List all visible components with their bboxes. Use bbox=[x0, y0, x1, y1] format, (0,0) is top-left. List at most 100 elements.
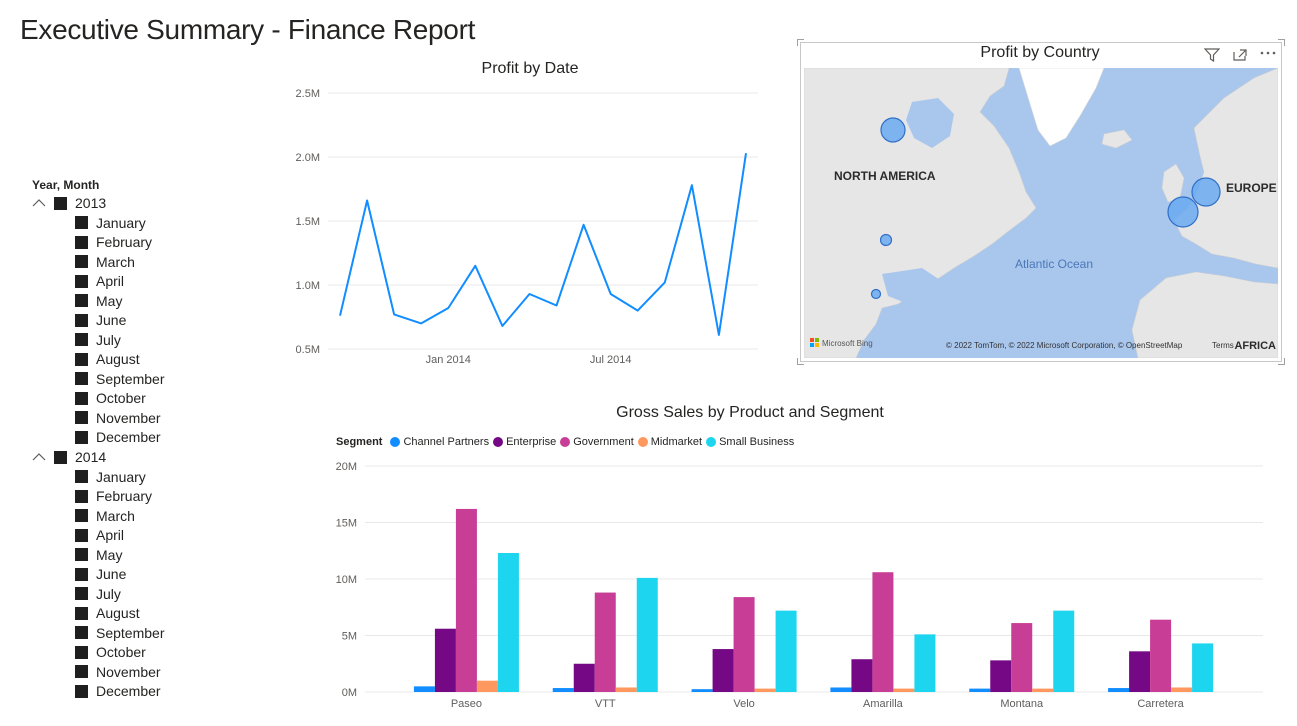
slicer-month-item[interactable]: February bbox=[32, 487, 232, 507]
slicer-month-item[interactable]: October bbox=[32, 643, 232, 663]
slicer-checkbox[interactable] bbox=[75, 216, 88, 230]
slicer-month-item[interactable]: May bbox=[32, 545, 232, 565]
legend-item[interactable]: Enterprise bbox=[493, 436, 556, 448]
slicer-month-item[interactable]: July bbox=[32, 584, 232, 604]
slicer-month-item[interactable]: March bbox=[32, 252, 232, 272]
resize-handle[interactable] bbox=[1278, 358, 1285, 365]
slicer-checkbox[interactable] bbox=[75, 528, 88, 542]
slicer-month-label: July bbox=[96, 331, 121, 348]
slicer-checkbox[interactable] bbox=[54, 450, 67, 464]
x-tick-label: Montana bbox=[1000, 698, 1044, 710]
resize-handle[interactable] bbox=[797, 358, 804, 365]
slicer-checkbox[interactable] bbox=[75, 313, 88, 327]
legend-dot bbox=[493, 437, 504, 447]
slicer-month-item[interactable]: August bbox=[32, 350, 232, 370]
slicer-month-item[interactable]: March bbox=[32, 506, 232, 526]
slicer-month-item[interactable]: November bbox=[32, 408, 232, 428]
slicer-month-item[interactable]: August bbox=[32, 604, 232, 624]
resize-handle[interactable] bbox=[1278, 39, 1285, 46]
slicer-checkbox[interactable] bbox=[75, 567, 88, 581]
slicer-checkbox[interactable] bbox=[75, 606, 88, 620]
slicer-checkbox[interactable] bbox=[75, 333, 88, 347]
y-tick-label: 0M bbox=[342, 687, 357, 699]
slicer-month-label: August bbox=[96, 351, 140, 368]
slicer-checkbox[interactable] bbox=[75, 587, 88, 601]
slicer-month-item[interactable]: January bbox=[32, 213, 232, 233]
filter-icon[interactable] bbox=[1204, 48, 1220, 62]
map-canvas[interactable]: NORTH AMERICA EUROPE Atlantic Ocean AFRI… bbox=[804, 68, 1278, 358]
slicer-month-item[interactable]: June bbox=[32, 565, 232, 585]
slicer-month-item[interactable]: January bbox=[32, 467, 232, 487]
bubble-canada bbox=[880, 117, 906, 143]
bar-chart-legend: Segment Channel Partners Enterprise Govern… bbox=[336, 436, 798, 448]
slicer-month-item[interactable]: June bbox=[32, 311, 232, 331]
slicer-month-item[interactable]: May bbox=[32, 291, 232, 311]
terms-link: Terms bbox=[1212, 341, 1234, 350]
slicer-checkbox[interactable] bbox=[75, 626, 88, 640]
slicer-year-label: 2014 bbox=[75, 449, 107, 465]
y-tick-label: 1.5M bbox=[296, 216, 320, 228]
slicer-month-item[interactable]: July bbox=[32, 330, 232, 350]
more-options-icon[interactable] bbox=[1260, 50, 1276, 56]
line-point bbox=[527, 291, 532, 296]
resize-handle[interactable] bbox=[797, 39, 804, 46]
bar-enterprise bbox=[712, 649, 734, 692]
line-point bbox=[365, 198, 370, 203]
profit-by-date-chart[interactable]: 0.5M 1.0M 1.5M 2.0M 2.5M Jan 2014 Jul 2014 bbox=[280, 80, 770, 380]
chevron-up-icon[interactable] bbox=[32, 198, 46, 208]
slicer-month-item[interactable]: December bbox=[32, 428, 232, 448]
slicer-checkbox[interactable] bbox=[54, 196, 67, 210]
legend-item[interactable]: Channel Partners bbox=[390, 436, 489, 448]
y-tick-label: 0.5M bbox=[296, 344, 320, 356]
slicer-checkbox[interactable] bbox=[75, 294, 88, 308]
slicer-checkbox[interactable] bbox=[75, 470, 88, 484]
map-attribution: © 2022 TomTom, © 2022 Microsoft Corporat… bbox=[946, 341, 1183, 350]
slicer-checkbox[interactable] bbox=[75, 489, 88, 503]
slicer-checkbox[interactable] bbox=[75, 391, 88, 405]
slicer-checkbox[interactable] bbox=[75, 684, 88, 698]
slicer-checkbox[interactable] bbox=[75, 352, 88, 366]
bar-government bbox=[1150, 619, 1172, 692]
bar-channel-partners bbox=[969, 688, 991, 692]
bubble-usa bbox=[879, 233, 893, 247]
slicer-checkbox[interactable] bbox=[75, 235, 88, 249]
slicer-month-item[interactable]: February bbox=[32, 233, 232, 253]
slicer-checkbox[interactable] bbox=[75, 372, 88, 386]
slicer-year-2014[interactable]: 2014 bbox=[32, 447, 232, 467]
bar-channel-partners bbox=[552, 688, 574, 692]
slicer-checkbox[interactable] bbox=[75, 645, 88, 659]
slicer-checkbox[interactable] bbox=[75, 411, 88, 425]
legend-item[interactable]: Midmarket bbox=[637, 436, 702, 448]
slicer-checkbox[interactable] bbox=[75, 509, 88, 523]
slicer-checkbox[interactable] bbox=[75, 255, 88, 269]
slicer-month-label: April bbox=[96, 527, 125, 544]
slicer-checkbox[interactable] bbox=[75, 430, 88, 444]
slicer-checkbox[interactable] bbox=[75, 665, 88, 679]
legend-item[interactable]: Small Business bbox=[706, 436, 794, 448]
line-point bbox=[635, 308, 640, 313]
bar-enterprise bbox=[1129, 651, 1151, 692]
slicer-month-item[interactable]: September bbox=[32, 623, 232, 643]
profit-line bbox=[339, 153, 747, 336]
slicer-checkbox[interactable] bbox=[75, 548, 88, 562]
bubble-mexico bbox=[870, 288, 882, 300]
slicer-checkbox[interactable] bbox=[75, 274, 88, 288]
legend-dot bbox=[637, 437, 648, 447]
slicer-year-2013[interactable]: 2013 bbox=[32, 193, 232, 213]
year-month-slicer: Year, Month 2013 January February March Apri… bbox=[32, 178, 232, 701]
slicer-month-item[interactable]: November bbox=[32, 662, 232, 682]
legend-dot bbox=[560, 437, 571, 447]
slicer-month-item[interactable]: December bbox=[32, 682, 232, 702]
focus-mode-icon[interactable] bbox=[1232, 48, 1248, 62]
slicer-month-item[interactable]: October bbox=[32, 389, 232, 409]
slicer-month-item[interactable]: September bbox=[32, 369, 232, 389]
slicer-month-item[interactable]: April bbox=[32, 526, 232, 546]
profit-by-country-map[interactable]: Profit by Country NORTH AMERICA EUROPE A… bbox=[797, 39, 1285, 365]
legend-label: Small Business bbox=[719, 436, 795, 448]
slicer-month-item[interactable]: April bbox=[32, 272, 232, 292]
bubble-germany bbox=[1191, 177, 1221, 207]
chevron-up-icon[interactable] bbox=[32, 452, 46, 462]
gross-sales-bar-chart[interactable]: 0M 5M 10M 15M 20M Paseo VTT Velo Amarilla Montana… bbox=[320, 455, 1280, 720]
legend-item[interactable]: Government bbox=[560, 436, 634, 448]
bar-government bbox=[733, 597, 755, 692]
